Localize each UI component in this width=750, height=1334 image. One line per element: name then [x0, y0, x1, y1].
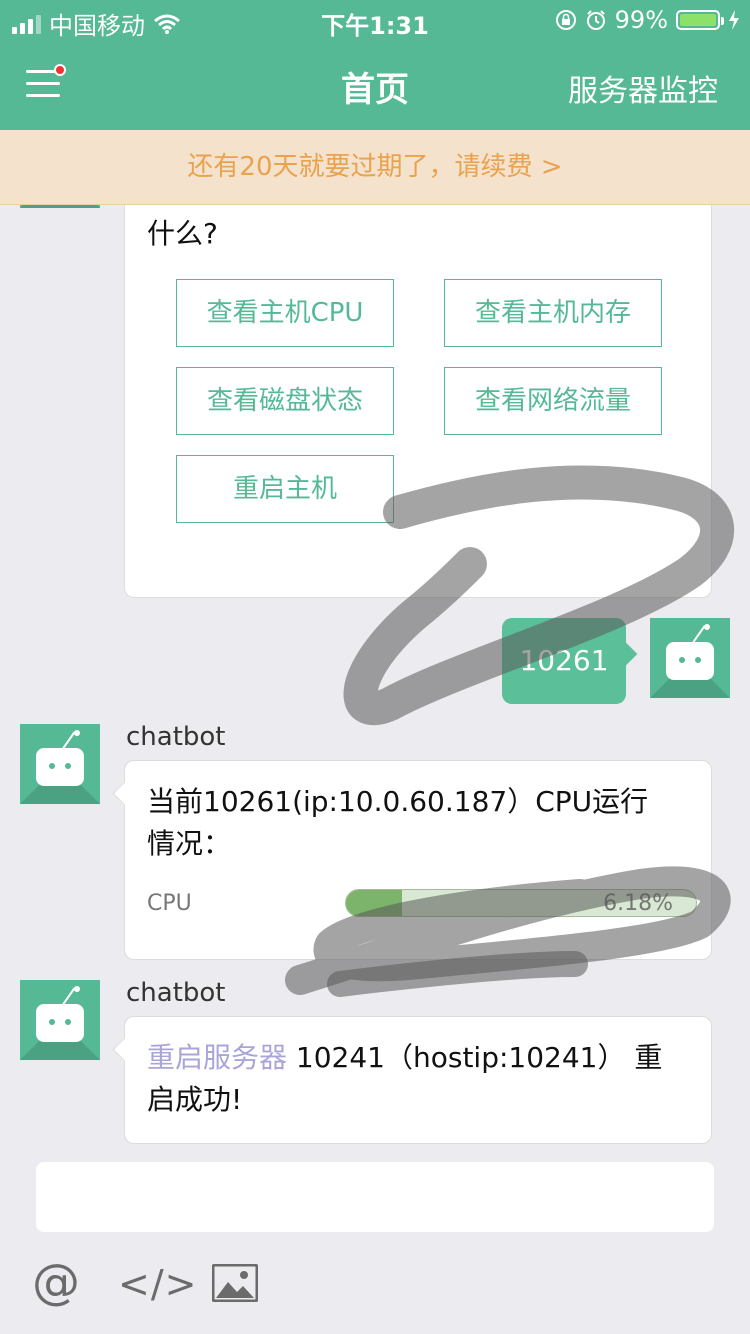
status-bar: 中国移动 下午1:31 99% — [0, 0, 750, 40]
nav-bar: 首页 服务器监控 — [0, 40, 750, 130]
charging-icon — [729, 10, 739, 30]
message-input[interactable] — [36, 1162, 714, 1232]
battery-icon — [676, 10, 724, 30]
code-icon[interactable]: </> — [118, 1258, 197, 1310]
renewal-banner[interactable]: 还有20天就要过期了，请续费 > — [0, 130, 750, 205]
scribble-overlay — [285, 465, 734, 997]
orientation-lock-icon — [555, 10, 576, 30]
battery-percent: 99% — [614, 6, 668, 34]
mention-icon[interactable]: @ — [32, 1252, 80, 1312]
chat-area[interactable]: 你好，18816954595 需要我帮你做点 什么? 查看主机CPU 查看主机内… — [0, 204, 750, 1154]
status-right: 99% — [555, 6, 740, 34]
server-monitor-button[interactable]: 服务器监控 — [568, 66, 718, 110]
image-icon[interactable] — [212, 1264, 258, 1302]
alarm-icon — [586, 10, 605, 30]
